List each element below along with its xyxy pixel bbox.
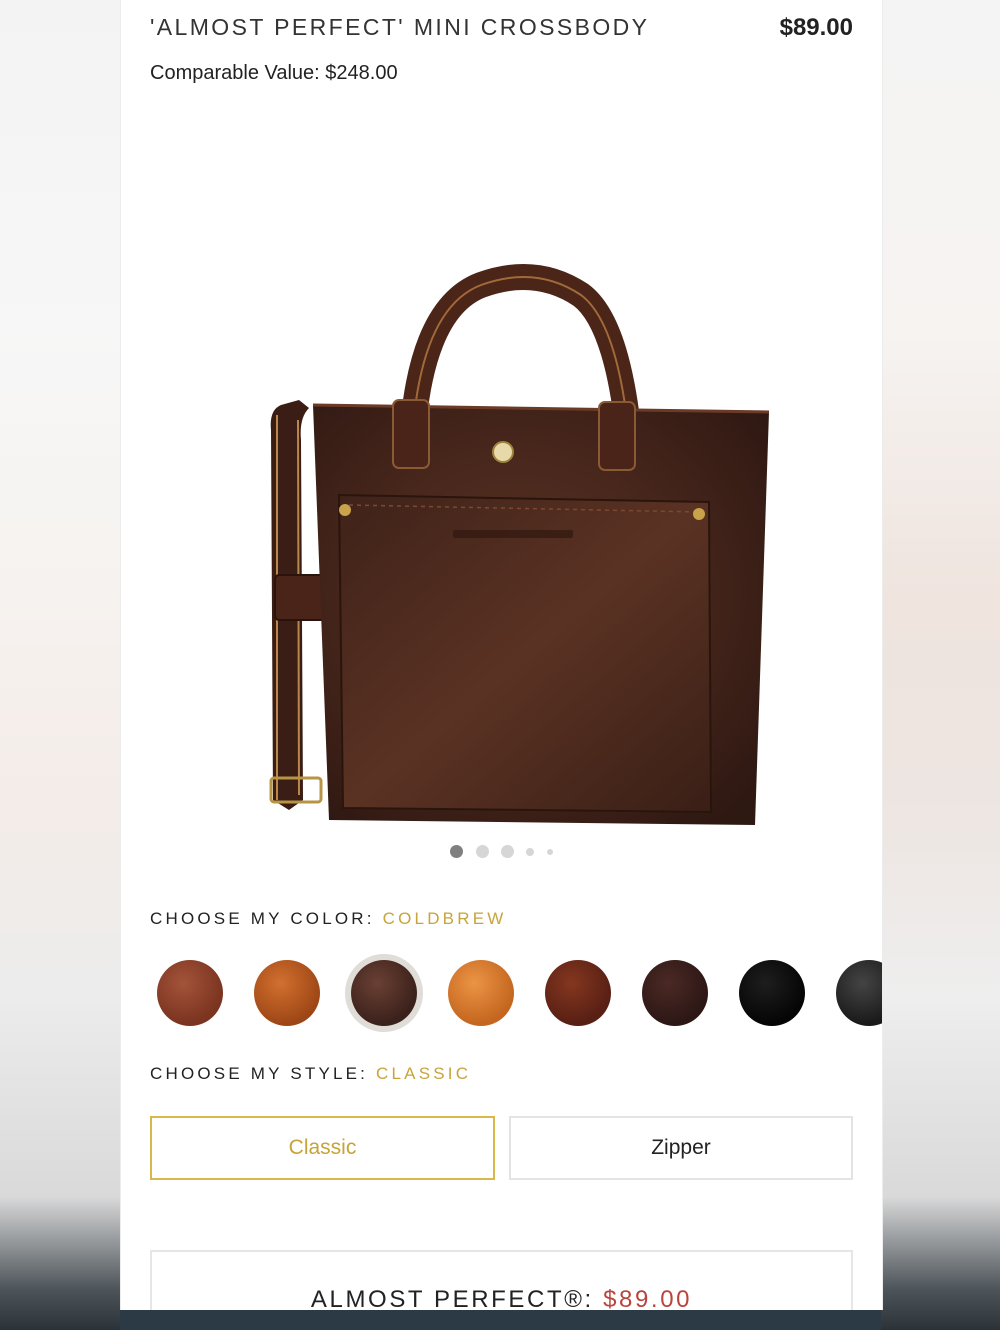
selected-color-name: COLDBREW (382, 909, 507, 928)
product-panel: 'ALMOST PERFECT' MINI CROSSBODY $89.00 C… (120, 0, 883, 1310)
style-option-classic[interactable]: Classic (150, 1116, 495, 1180)
color-label-text: CHOOSE MY COLOR: (150, 909, 375, 928)
gallery-dot-5[interactable] (546, 848, 553, 855)
gallery-dot-1[interactable] (450, 845, 464, 859)
comparable-value: Comparable Value: $248.00 (150, 62, 398, 84)
color-swatch-6[interactable] (642, 960, 708, 1026)
color-swatch-7[interactable] (739, 960, 805, 1026)
background-left (0, 0, 120, 1330)
gallery-dot-3[interactable] (501, 845, 514, 859)
style-label-text: CHOOSE MY STYLE: (150, 1064, 369, 1083)
color-swatch-5[interactable] (545, 960, 611, 1026)
gallery-dot-2[interactable] (475, 845, 489, 859)
color-swatch-2[interactable] (254, 960, 320, 1026)
product-title: 'ALMOST PERFECT' MINI CROSSBODY (150, 14, 650, 40)
color-swatch-1[interactable] (157, 960, 223, 1026)
product-image[interactable] (181, 240, 821, 840)
cta-label: ALMOST PERFECT®: $89.00 (152, 1286, 851, 1310)
color-swatches (157, 960, 882, 1030)
color-section-label: CHOOSE MY COLOR: COLDBREW (150, 909, 506, 929)
product-price: $89.00 (779, 14, 853, 41)
gallery-dot-4[interactable] (526, 847, 535, 856)
cta-price: $89.00 (603, 1286, 693, 1310)
style-section-label: CHOOSE MY STYLE: CLASSIC (150, 1064, 471, 1084)
style-option-zipper[interactable]: Zipper (509, 1116, 853, 1180)
add-to-cart-button[interactable]: ALMOST PERFECT®: $89.00 (150, 1250, 853, 1310)
color-swatch-8[interactable] (836, 960, 882, 1026)
cta-label-text: ALMOST PERFECT®: (310, 1286, 594, 1310)
gallery-pagination (121, 843, 882, 861)
color-swatch-coldbrew[interactable] (351, 960, 417, 1026)
background-right (881, 0, 1000, 1330)
selected-style-name: CLASSIC (376, 1064, 472, 1083)
color-swatch-4[interactable] (448, 960, 514, 1026)
footer-bar (120, 1310, 881, 1330)
